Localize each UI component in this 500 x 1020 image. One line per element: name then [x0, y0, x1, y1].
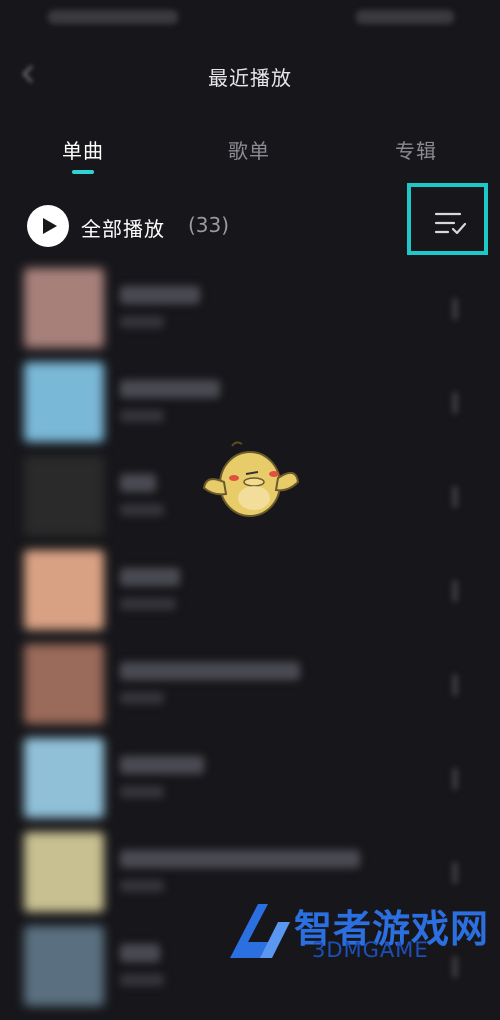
song-artist-blurred — [120, 880, 164, 892]
song-artist-blurred — [120, 504, 164, 516]
play-all-label[interactable]: 全部播放 — [81, 213, 165, 242]
song-cover — [24, 926, 104, 1006]
song-row[interactable] — [0, 738, 500, 832]
more-options-icon[interactable] — [452, 298, 458, 320]
song-artist-blurred — [120, 692, 164, 704]
song-artist-blurred — [120, 786, 164, 798]
song-row[interactable] — [0, 268, 500, 362]
more-options-icon[interactable] — [452, 486, 458, 508]
tab-albums[interactable]: 专辑 — [395, 135, 437, 164]
song-cover — [24, 550, 104, 630]
watermark-logo-icon — [230, 904, 290, 958]
song-cover — [24, 362, 104, 442]
song-artist-blurred — [120, 974, 164, 986]
more-options-icon[interactable] — [452, 392, 458, 414]
active-tab-indicator — [72, 170, 94, 174]
song-cover — [24, 738, 104, 818]
song-title-blurred — [120, 474, 156, 492]
more-options-icon[interactable] — [452, 768, 458, 790]
song-count: (33) — [188, 213, 230, 237]
song-cover — [24, 832, 104, 912]
tab-playlists[interactable]: 歌单 — [228, 135, 270, 164]
play-icon — [43, 218, 57, 234]
status-time-blur — [48, 10, 178, 24]
more-options-icon[interactable] — [452, 862, 458, 884]
song-title-blurred — [120, 662, 300, 680]
song-title-blurred — [120, 944, 160, 962]
multi-select-icon[interactable] — [434, 210, 468, 236]
song-title-blurred — [120, 568, 180, 586]
song-artist-blurred — [120, 598, 176, 610]
watermark: 智者游戏网 3DMGAME — [224, 894, 500, 963]
song-artist-blurred — [120, 316, 164, 328]
song-cover — [24, 456, 104, 536]
song-title-blurred — [120, 756, 204, 774]
page-title: 最近播放 — [208, 66, 292, 90]
tab-singles[interactable]: 单曲 — [62, 135, 104, 164]
song-title-blurred — [120, 380, 220, 398]
song-cover — [24, 644, 104, 724]
status-icons-blur — [356, 10, 454, 24]
song-row[interactable] — [0, 550, 500, 644]
song-title-blurred — [120, 286, 200, 304]
play-all-button[interactable] — [27, 205, 69, 247]
song-artist-blurred — [120, 410, 164, 422]
mascot-sticker — [202, 441, 300, 517]
status-bar — [0, 0, 500, 40]
song-row[interactable] — [0, 644, 500, 738]
more-options-icon[interactable] — [452, 674, 458, 696]
song-title-blurred — [120, 850, 360, 868]
more-options-icon[interactable] — [452, 580, 458, 602]
song-cover — [24, 268, 104, 348]
watermark-subtext: 3DMGAME — [312, 938, 429, 962]
